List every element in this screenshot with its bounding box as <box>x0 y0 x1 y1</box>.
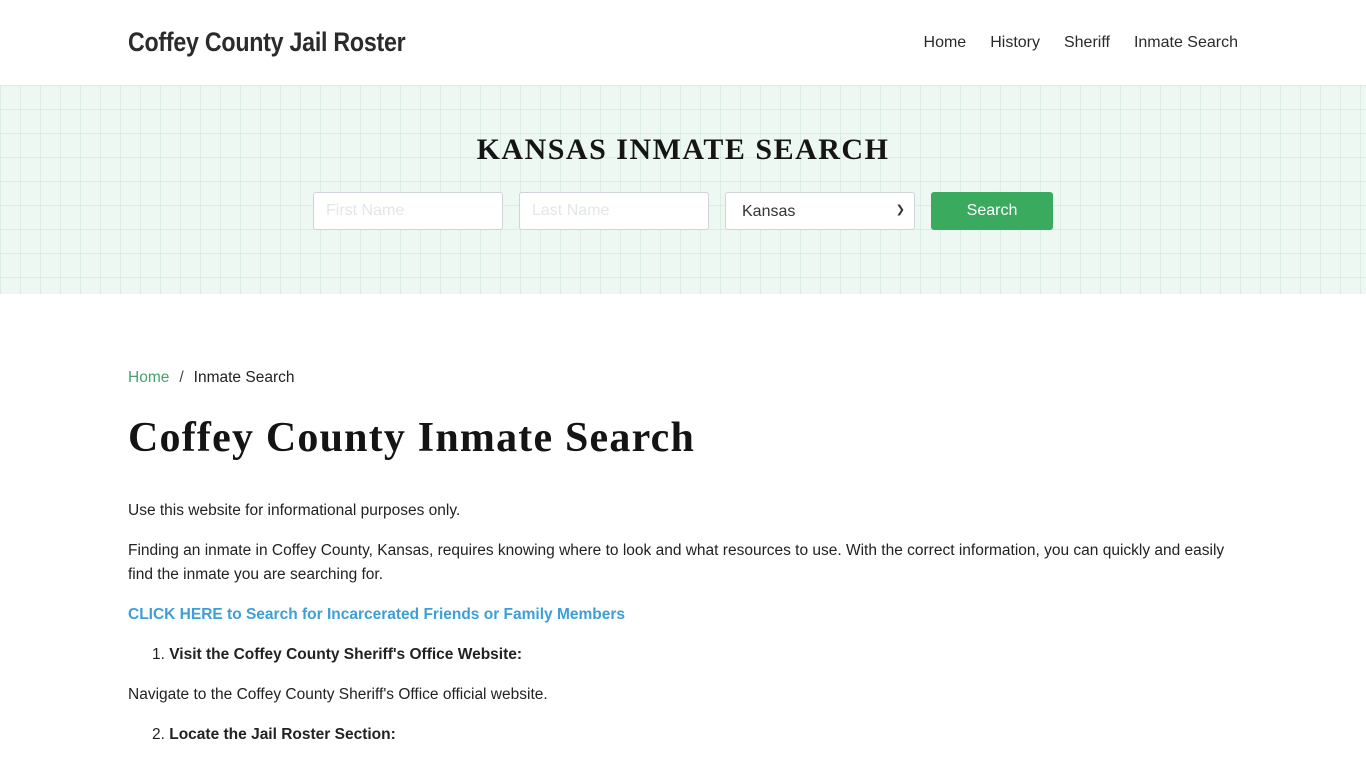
main-nav: Home History Sheriff Inmate Search <box>900 34 1238 52</box>
step-label: Locate the Jail Roster Section: <box>169 726 396 743</box>
intro-text: Use this website for informational purpo… <box>128 502 461 519</box>
step-number: 1. <box>152 646 165 663</box>
nav-home[interactable]: Home <box>924 34 967 52</box>
inmate-search-form: Kansas ❯ Search <box>313 192 1053 230</box>
breadcrumb-home[interactable]: Home <box>128 369 169 387</box>
breadcrumb-current: Inmate Search <box>193 369 295 386</box>
step-item: 2. Locate the Jail Roster Section: <box>128 723 1238 747</box>
last-name-input[interactable] <box>519 192 709 230</box>
breadcrumb: Home / Inmate Search <box>128 367 1238 389</box>
description-paragraph: Finding an inmate in Coffey County, Kans… <box>128 542 1225 583</box>
breadcrumb-separator: / <box>179 369 184 386</box>
step-number: 2. <box>152 726 165 743</box>
step-label: Visit the Coffey County Sheriff's Office… <box>169 646 523 663</box>
search-cta-link[interactable]: CLICK HERE to Search for Incarcerated Fr… <box>128 603 625 627</box>
state-select-wrapper: Kansas ❯ <box>725 192 915 230</box>
page-title: Coffey County Inmate Search <box>128 415 696 461</box>
main-content: Home / Inmate Search Coffey County Inmat… <box>0 294 1366 747</box>
nav-inmate-search[interactable]: Inmate Search <box>1134 34 1238 52</box>
nav-history[interactable]: History <box>990 34 1040 52</box>
search-hero: KANSAS INMATE SEARCH Kansas ❯ Search <box>0 85 1366 294</box>
state-select[interactable]: Kansas <box>725 192 915 230</box>
search-button[interactable]: Search <box>931 192 1053 230</box>
first-name-input[interactable] <box>313 192 503 230</box>
step-description: Navigate to the Coffey County Sheriff's … <box>128 686 548 703</box>
site-header: Coffey County Jail Roster Home History S… <box>0 0 1366 85</box>
nav-sheriff[interactable]: Sheriff <box>1064 34 1110 52</box>
step-item: 1. Visit the Coffey County Sheriff's Off… <box>128 643 1238 667</box>
hero-title: KANSAS INMATE SEARCH <box>476 133 890 166</box>
site-logo[interactable]: Coffey County Jail Roster <box>128 27 406 58</box>
